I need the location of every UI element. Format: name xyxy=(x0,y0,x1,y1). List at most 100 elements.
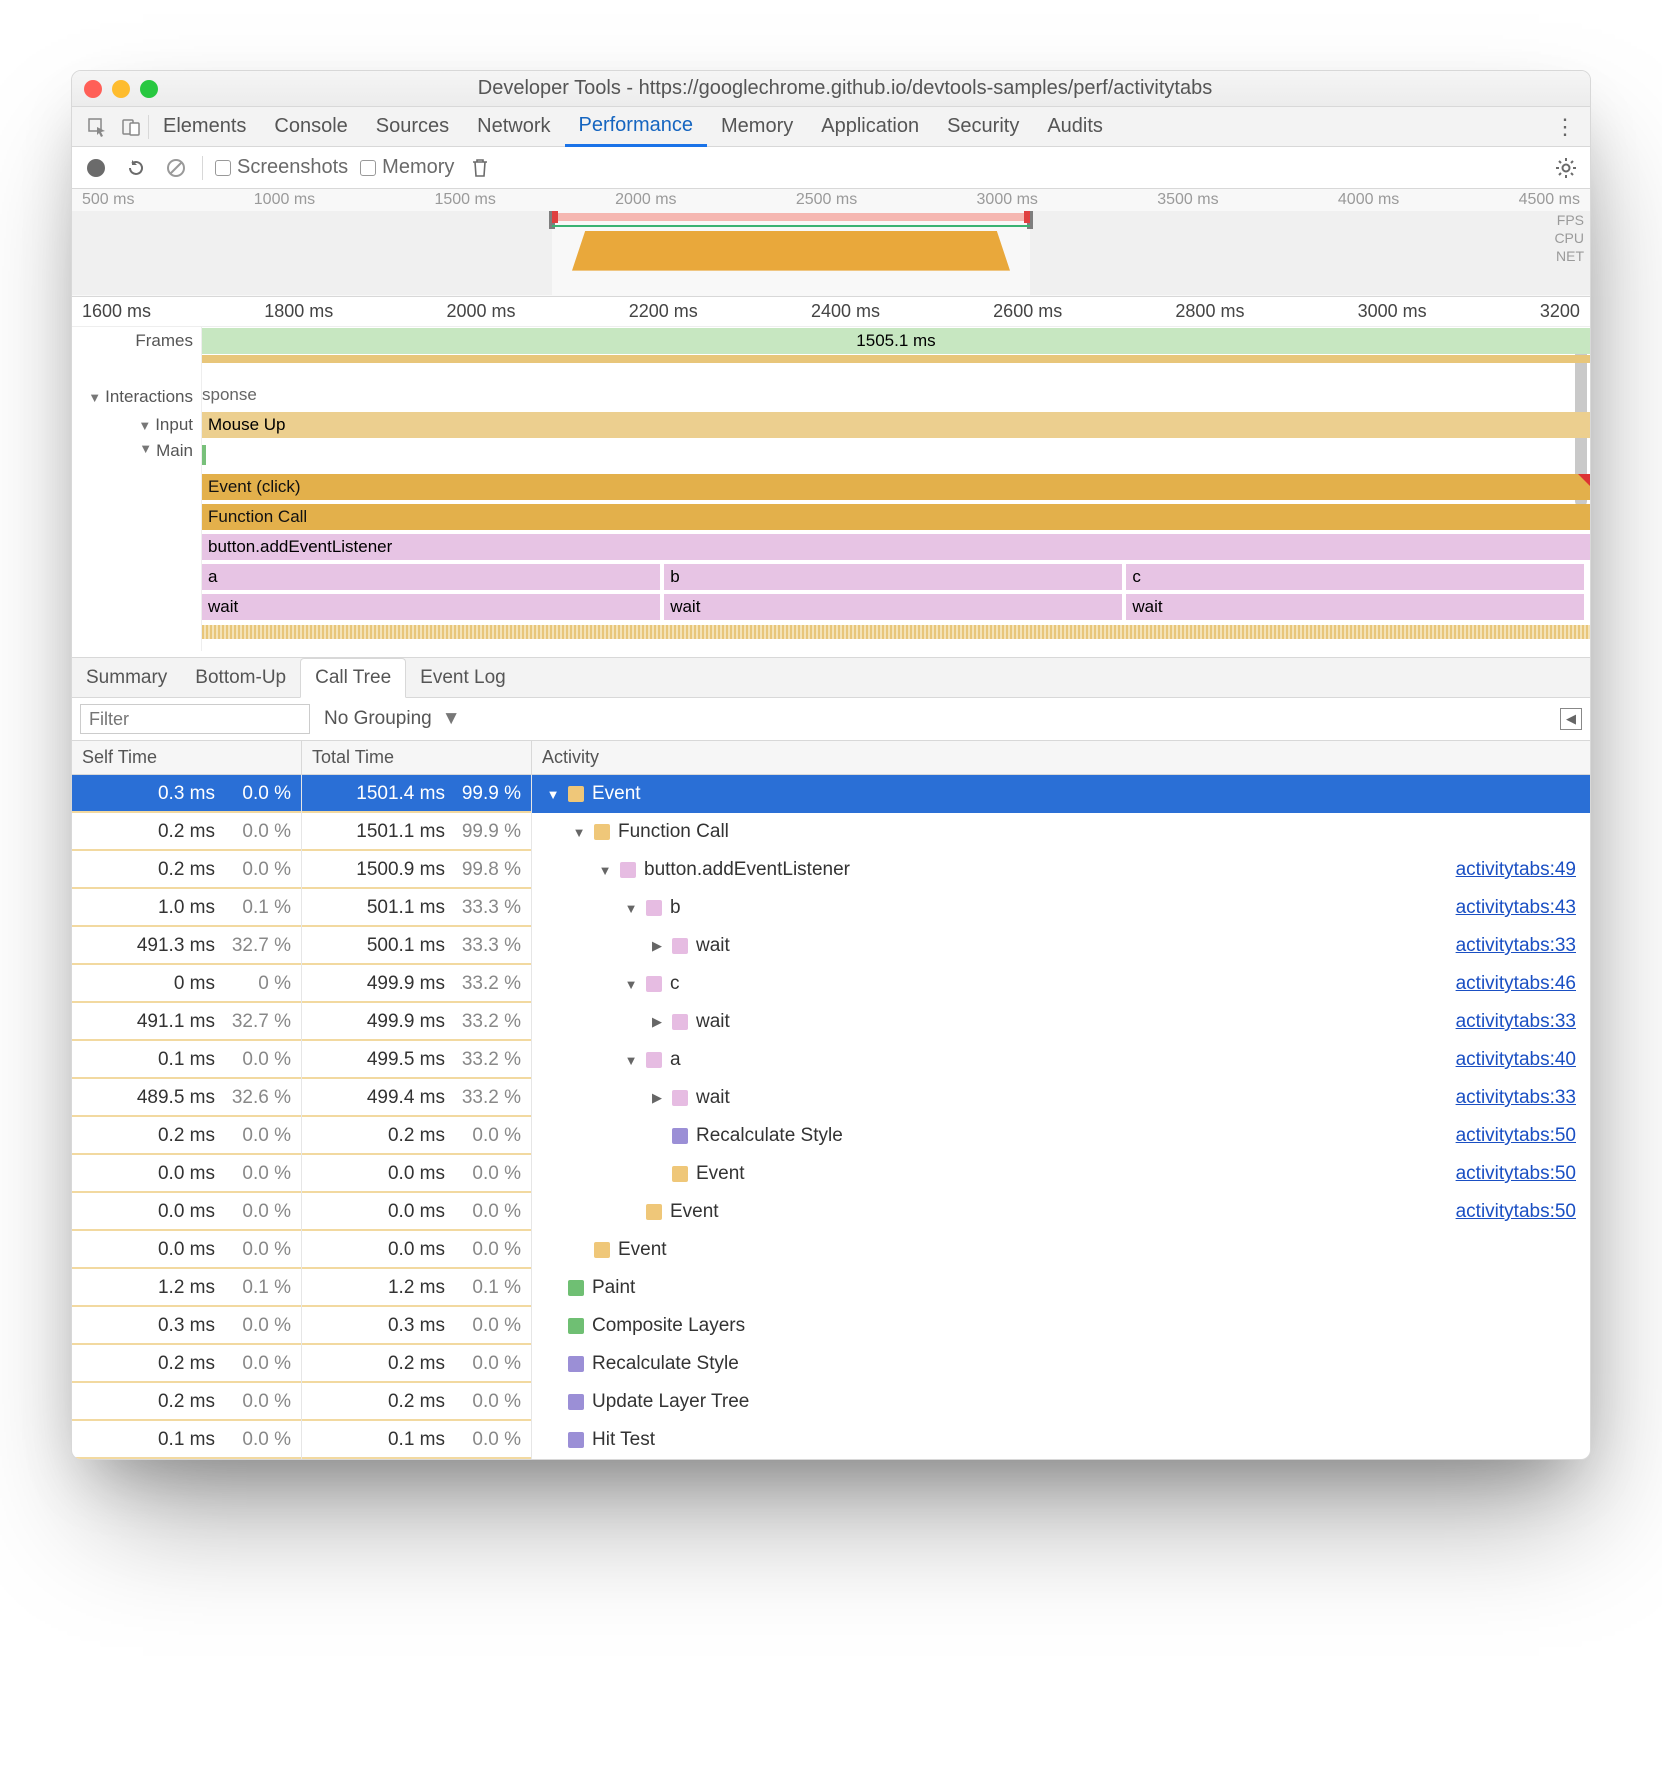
table-row[interactable]: 0.2 ms0.0 %1501.1 ms99.9 %▼Function Call xyxy=(72,813,1590,851)
flame-chart[interactable]: Frames 1505.1 ms ▼Interactions sponse ▼I… xyxy=(72,327,1590,658)
activity-name: Paint xyxy=(592,1277,635,1299)
flame-b[interactable]: b xyxy=(664,564,1122,590)
tab-sources[interactable]: Sources xyxy=(362,107,463,147)
source-link[interactable]: activitytabs:40 xyxy=(1456,1049,1590,1071)
flame-function-call[interactable]: Function Call xyxy=(202,504,1590,530)
reload-button[interactable] xyxy=(122,154,150,182)
table-row[interactable]: 491.1 ms32.7 %499.9 ms33.2 %▶waitactivit… xyxy=(72,1003,1590,1041)
table-row[interactable]: 0.1 ms0.0 %499.5 ms33.2 %▼aactivitytabs:… xyxy=(72,1041,1590,1079)
disclosure-triangle[interactable]: ▼ xyxy=(546,787,560,802)
activity-color-swatch xyxy=(646,1204,662,1220)
table-row[interactable]: 0.0 ms0.0 %0.0 ms0.0 %Event xyxy=(72,1231,1590,1269)
col-self-time[interactable]: Self Time xyxy=(72,741,302,774)
inspect-icon[interactable] xyxy=(80,110,114,144)
table-row[interactable]: 1.0 ms0.1 %501.1 ms33.3 %▼bactivitytabs:… xyxy=(72,889,1590,927)
col-total-time[interactable]: Total Time xyxy=(302,741,532,774)
interactions-track-label[interactable]: ▼Interactions xyxy=(72,383,202,411)
activity-name: Event xyxy=(592,783,641,805)
detail-tab-call-tree[interactable]: Call Tree xyxy=(300,658,406,698)
flame-event[interactable]: Event (click) xyxy=(202,474,1590,500)
timeline-ruler: 1600 ms1800 ms2000 ms2200 ms2400 ms2600 … xyxy=(72,297,1590,327)
main-track-label[interactable]: ▼Main xyxy=(72,439,202,473)
memory-checkbox[interactable]: Memory xyxy=(360,156,454,179)
col-activity[interactable]: Activity xyxy=(532,741,1590,774)
screenshots-checkbox[interactable]: Screenshots xyxy=(215,156,348,179)
flame-c[interactable]: c xyxy=(1126,564,1584,590)
source-link[interactable]: activitytabs:33 xyxy=(1456,1011,1590,1033)
input-track-label[interactable]: ▼Input xyxy=(72,411,202,439)
show-heaviest-stack-icon[interactable]: ◀ xyxy=(1560,708,1582,730)
device-toggle-icon[interactable] xyxy=(114,110,148,144)
detail-tab-bottom-up[interactable]: Bottom-Up xyxy=(181,658,300,698)
activity-color-swatch xyxy=(672,1090,688,1106)
flame-wait[interactable]: wait xyxy=(202,594,660,620)
overview-minimap[interactable]: 500 ms1000 ms1500 ms2000 ms2500 ms3000 m… xyxy=(72,189,1590,297)
disclosure-triangle[interactable]: ▼ xyxy=(624,901,638,916)
performance-toolbar: Screenshots Memory xyxy=(72,147,1590,189)
table-header: Self Time Total Time Activity xyxy=(72,741,1590,775)
table-row[interactable]: 491.3 ms32.7 %500.1 ms33.3 %▶waitactivit… xyxy=(72,927,1590,965)
source-link[interactable]: activitytabs:46 xyxy=(1456,973,1590,995)
record-button[interactable] xyxy=(82,154,110,182)
frame-bar[interactable]: 1505.1 ms xyxy=(202,328,1590,354)
disclosure-triangle[interactable]: ▶ xyxy=(650,1014,664,1030)
tab-performance[interactable]: Performance xyxy=(565,107,708,147)
detail-tab-event-log[interactable]: Event Log xyxy=(406,658,520,698)
tab-memory[interactable]: Memory xyxy=(707,107,807,147)
trash-icon[interactable] xyxy=(466,154,494,182)
activity-color-swatch xyxy=(568,1356,584,1372)
source-link[interactable]: activitytabs:50 xyxy=(1456,1163,1590,1185)
tab-elements[interactable]: Elements xyxy=(149,107,260,147)
source-link[interactable]: activitytabs:33 xyxy=(1456,1087,1590,1109)
activity-color-swatch xyxy=(646,1052,662,1068)
overview-selection[interactable] xyxy=(552,211,1030,295)
filter-input[interactable] xyxy=(80,704,310,734)
source-link[interactable]: activitytabs:49 xyxy=(1456,859,1590,881)
tab-network[interactable]: Network xyxy=(463,107,564,147)
minimize-window-button[interactable] xyxy=(112,80,130,98)
activity-color-swatch xyxy=(594,1242,610,1258)
close-window-button[interactable] xyxy=(84,80,102,98)
table-row[interactable]: 0.2 ms0.0 %0.2 ms0.0 %Update Layer Tree xyxy=(72,1383,1590,1421)
table-row[interactable]: 0.2 ms0.0 %0.2 ms0.0 %Recalculate Style xyxy=(72,1345,1590,1383)
detail-tab-summary[interactable]: Summary xyxy=(72,658,181,698)
disclosure-triangle[interactable]: ▼ xyxy=(624,977,638,992)
flame-listener[interactable]: button.addEventListener xyxy=(202,534,1590,560)
fps-strip xyxy=(552,213,1030,221)
input-event-bar[interactable]: Mouse Up xyxy=(202,412,1590,438)
disclosure-triangle[interactable]: ▶ xyxy=(650,938,664,954)
table-row[interactable]: 489.5 ms32.6 %499.4 ms33.2 %▶waitactivit… xyxy=(72,1079,1590,1117)
more-menu-icon[interactable]: ⋮ xyxy=(1548,114,1582,140)
source-link[interactable]: activitytabs:33 xyxy=(1456,935,1590,957)
table-row[interactable]: 1.2 ms0.1 %1.2 ms0.1 %Paint xyxy=(72,1269,1590,1307)
tab-console[interactable]: Console xyxy=(260,107,361,147)
table-row[interactable]: 0.2 ms0.0 %1500.9 ms99.8 %▼button.addEve… xyxy=(72,851,1590,889)
activity-name: a xyxy=(670,1049,681,1071)
table-row[interactable]: 0.0 ms0.0 %0.0 ms0.0 %Eventactivitytabs:… xyxy=(72,1155,1590,1193)
tab-audits[interactable]: Audits xyxy=(1033,107,1117,147)
flame-a[interactable]: a xyxy=(202,564,660,590)
source-link[interactable]: activitytabs:43 xyxy=(1456,897,1590,919)
table-row[interactable]: 0.2 ms0.0 %0.2 ms0.0 %Recalculate Stylea… xyxy=(72,1117,1590,1155)
table-row[interactable]: 0.0 ms0.0 %0.0 ms0.0 %Eventactivitytabs:… xyxy=(72,1193,1590,1231)
disclosure-triangle[interactable]: ▼ xyxy=(624,1053,638,1068)
disclosure-triangle[interactable]: ▼ xyxy=(598,863,612,878)
table-row[interactable]: 0.3 ms0.0 %0.3 ms0.0 %Composite Layers xyxy=(72,1307,1590,1345)
table-row[interactable]: 0 ms0 %499.9 ms33.2 %▼cactivitytabs:46 xyxy=(72,965,1590,1003)
tab-security[interactable]: Security xyxy=(933,107,1033,147)
flame-wait[interactable]: wait xyxy=(664,594,1122,620)
table-row[interactable]: 0.1 ms0.0 %0.1 ms0.0 %Hit Test xyxy=(72,1421,1590,1459)
maximize-window-button[interactable] xyxy=(140,80,158,98)
tab-application[interactable]: Application xyxy=(807,107,933,147)
grouping-dropdown[interactable]: No Grouping ▼ xyxy=(324,708,461,730)
disclosure-triangle[interactable]: ▼ xyxy=(572,825,586,840)
disclosure-triangle[interactable]: ▶ xyxy=(650,1090,664,1106)
flame-wait[interactable]: wait xyxy=(1126,594,1584,620)
source-link[interactable]: activitytabs:50 xyxy=(1456,1125,1590,1147)
settings-icon[interactable] xyxy=(1552,154,1580,182)
frames-track-label[interactable]: Frames xyxy=(72,327,202,355)
table-row[interactable]: 0.3 ms0.0 %1501.4 ms99.9 %▼Event xyxy=(72,775,1590,813)
clear-button[interactable] xyxy=(162,154,190,182)
source-link[interactable]: activitytabs:50 xyxy=(1456,1201,1590,1223)
activity-name: button.addEventListener xyxy=(644,859,850,881)
